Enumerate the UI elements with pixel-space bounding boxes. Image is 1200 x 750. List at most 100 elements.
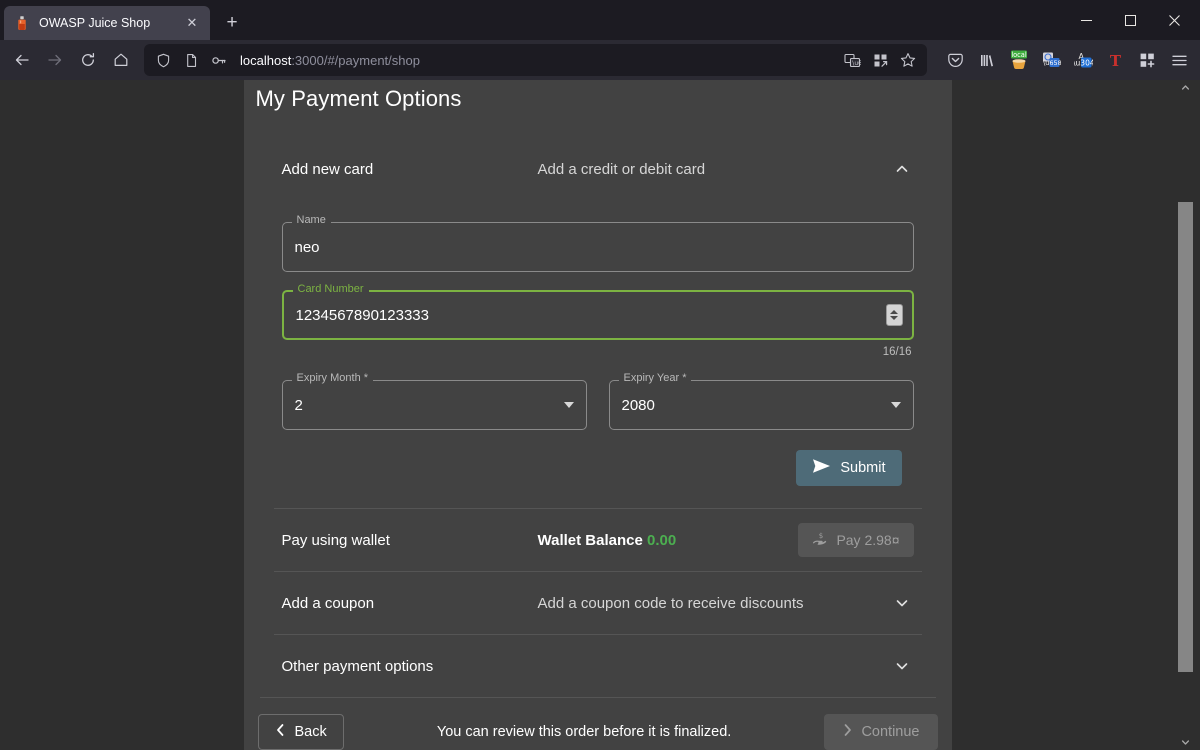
other-options-title: Other payment options: [281, 657, 434, 675]
close-icon[interactable]: [1152, 0, 1196, 40]
key-icon[interactable]: [206, 47, 232, 73]
expiry-month-select[interactable]: Expiry Month * 2: [281, 373, 587, 430]
expiry-year-value: 2080: [621, 396, 655, 414]
maximize-icon[interactable]: [1108, 0, 1152, 40]
urlbar-actions: \u6587: [839, 47, 921, 73]
page-viewport: My Payment Options Add new card Add a cr…: [0, 80, 1200, 750]
chevron-right-icon: [842, 723, 853, 741]
back-button[interactable]: Back: [257, 714, 344, 750]
payment-sections: Add new card Add a credit or debit card …: [244, 138, 952, 697]
name-field-label: Name: [291, 215, 331, 226]
browser-tab[interactable]: OWASP Juice Shop ✕: [4, 6, 210, 40]
browser-window: OWASP Juice Shop ✕ + localhost:3000/#/pa…: [0, 0, 1200, 750]
scroll-up-icon[interactable]: [1178, 80, 1193, 95]
navigation-toolbar: localhost:3000/#/payment/shop \u6587: [0, 40, 1200, 80]
accordion-add-coupon[interactable]: Add a coupon Add a coupon code to receiv…: [270, 572, 926, 634]
continue-button-label: Continue: [861, 724, 920, 740]
pocket-icon[interactable]: [940, 45, 970, 75]
expiry-month-value: 2: [294, 396, 303, 414]
wallet-balance-label: Wallet Balance: [537, 531, 643, 549]
wallet-title: Pay using wallet: [281, 531, 390, 549]
expiry-row: Expiry Month * 2 Expiry Year * 2080: [281, 362, 914, 430]
add-card-title: Add new card: [281, 160, 374, 178]
card-number-field-value: 1234567890123333: [295, 306, 429, 324]
extensions-grid-icon[interactable]: [867, 47, 893, 73]
chevron-down-icon[interactable]: [890, 654, 914, 678]
app-menu-icon[interactable]: [1164, 45, 1194, 75]
continue-button[interactable]: Continue: [824, 714, 938, 750]
tab-strip: OWASP Juice Shop ✕ +: [0, 0, 1200, 40]
extension-toolbar: local \u6587 A \u3042: [934, 45, 1194, 75]
star-icon[interactable]: [895, 47, 921, 73]
number-spinner-icon[interactable]: [885, 304, 903, 326]
forward-button[interactable]: [39, 44, 71, 76]
coupon-title: Add a coupon: [281, 594, 375, 612]
select-arrow-icon[interactable]: [563, 402, 574, 408]
url-bar[interactable]: localhost:3000/#/payment/shop \u6587: [144, 44, 927, 76]
chevron-up-icon[interactable]: [890, 157, 914, 181]
scrollbar-thumb[interactable]: [1177, 202, 1193, 672]
pay-with-wallet-button[interactable]: $ Pay 2.98¤: [798, 523, 914, 557]
page-scroll-area: My Payment Options Add new card Add a cr…: [8, 80, 1193, 750]
svg-text:\u6587: \u6587: [1043, 59, 1061, 67]
checkout-footer: Back You can review this order before it…: [244, 698, 952, 750]
shield-icon[interactable]: [150, 47, 176, 73]
juice-bottle-icon: [14, 15, 30, 31]
card-number-field-label: Card Number: [292, 284, 369, 295]
url-path: :3000/#/payment/shop: [291, 52, 420, 68]
translate-icon[interactable]: \u6587: [839, 47, 865, 73]
new-tab-button[interactable]: +: [216, 7, 248, 39]
svg-text:local: local: [1011, 51, 1027, 59]
home-button[interactable]: [105, 44, 137, 76]
japanese-translate-extension-icon[interactable]: A \u3042: [1068, 45, 1098, 75]
url-text[interactable]: localhost:3000/#/payment/shop: [240, 53, 837, 68]
translate-extension-icon[interactable]: \u6587: [1036, 45, 1066, 75]
local-storage-extension-icon[interactable]: local: [1004, 45, 1034, 75]
name-field[interactable]: Name neo: [281, 215, 914, 272]
svg-text:T: T: [1109, 52, 1121, 70]
card-number-counter: 16/16: [882, 346, 912, 358]
page-scrollbar[interactable]: [1177, 80, 1193, 750]
back-button[interactable]: [6, 44, 38, 76]
hand-money-icon: $: [812, 531, 829, 549]
add-card-description: Add a credit or debit card: [537, 160, 706, 178]
page-icon[interactable]: [178, 47, 204, 73]
card-form: Name neo Card Number 1234567890123333 16…: [270, 200, 926, 486]
tampermonkey-icon[interactable]: T: [1100, 45, 1130, 75]
card-number-field[interactable]: Card Number 1234567890123333: [281, 284, 914, 340]
scroll-down-icon[interactable]: [1178, 735, 1193, 750]
submit-row: Submit: [282, 430, 914, 486]
chevron-left-icon: [275, 723, 286, 741]
accordion-add-new-card[interactable]: Add new card Add a credit or debit card: [270, 138, 926, 200]
expiry-year-select[interactable]: Expiry Year * 2080: [608, 373, 914, 430]
svg-text:\u3042: \u3042: [1074, 59, 1093, 68]
wallet-balance: Wallet Balance 0.00: [538, 532, 799, 549]
svg-text:$: $: [819, 532, 823, 540]
scrollbar-track[interactable]: [1177, 95, 1193, 735]
submit-button-label: Submit: [840, 460, 886, 476]
back-button-label: Back: [294, 724, 327, 740]
pay-button-label: Pay 2.98¤: [836, 532, 900, 548]
coupon-description: Add a coupon code to receive discounts: [537, 594, 804, 612]
close-icon[interactable]: ✕: [182, 13, 202, 33]
payment-panel: My Payment Options Add new card Add a cr…: [243, 80, 952, 750]
name-field-value: neo: [294, 238, 320, 256]
footer-note: You can review this order before it is f…: [436, 724, 732, 740]
tab-title: OWASP Juice Shop: [39, 16, 151, 30]
wallet-row[interactable]: Pay using wallet Wallet Balance 0.00 $ P…: [270, 509, 926, 571]
chevron-down-icon[interactable]: [890, 591, 914, 615]
extensions-puzzle-icon[interactable]: [1132, 45, 1162, 75]
reload-button[interactable]: [72, 44, 104, 76]
wallet-balance-value: 0.00: [647, 531, 677, 549]
page-title: My Payment Options: [255, 86, 462, 111]
select-arrow-icon[interactable]: [890, 402, 901, 408]
window-controls: [1064, 0, 1196, 40]
url-host: localhost: [240, 52, 292, 68]
accordion-other-payment-options[interactable]: Other payment options: [270, 635, 926, 697]
minimize-icon[interactable]: [1064, 0, 1108, 40]
send-icon: [812, 458, 831, 478]
submit-button[interactable]: Submit: [796, 450, 902, 486]
expiry-year-label: Expiry Year *: [618, 373, 692, 384]
library-icon[interactable]: [972, 45, 1002, 75]
expiry-month-label: Expiry Month *: [291, 373, 374, 384]
